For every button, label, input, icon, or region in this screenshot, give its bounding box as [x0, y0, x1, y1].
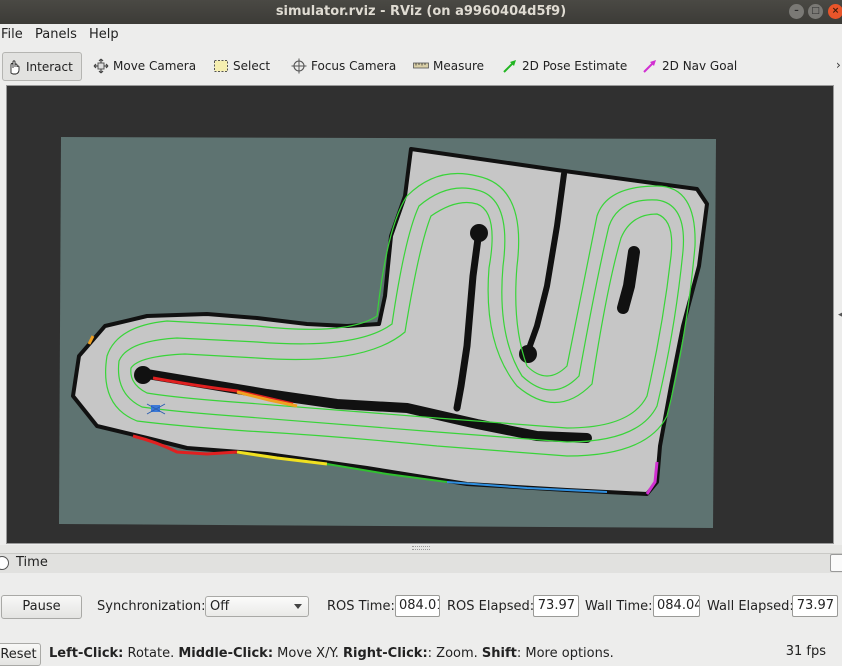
sync-label: Synchronization: [97, 599, 206, 614]
ros-elapsed-field[interactable]: 73.97 [533, 595, 579, 617]
tool-measure[interactable]: Measure [413, 53, 484, 79]
tool-2d-pose-estimate-label: 2D Pose Estimate [522, 59, 628, 73]
wall-time-field[interactable]: 084.04 [653, 595, 700, 617]
status-hint: Left-Click: Rotate. Middle-Click: Move X… [49, 646, 614, 661]
reset-button[interactable]: Reset [0, 643, 41, 666]
ruler-icon [413, 62, 429, 69]
maximize-button[interactable]: □ [808, 4, 823, 19]
toolbar: Interact Move Camera Select Focus Camera… [0, 46, 842, 84]
title-bar: simulator.rviz - RViz (on a9960404d5f9) … [0, 0, 842, 24]
tool-focus-camera-label: Focus Camera [311, 59, 397, 73]
status-bar: Reset Left-Click: Rotate. Middle-Click: … [0, 642, 842, 666]
wall-blob-3 [134, 366, 152, 384]
time-panel-close-button[interactable] [830, 554, 842, 572]
tool-interact-label: Interact [26, 59, 73, 74]
hint-rotate: Rotate. [123, 646, 179, 661]
window-title: simulator.rviz - RViz (on a9960404d5f9) [275, 4, 567, 19]
wall-time-label: Wall Time: [585, 599, 653, 614]
tool-select[interactable]: Select [213, 53, 270, 79]
time-panel: Pause Synchronization: Off ROS Time: 084… [0, 573, 842, 641]
wall-elapsed-label: Wall Elapsed: [707, 599, 794, 614]
ros-time-field[interactable]: 084.01 [395, 595, 440, 617]
hint-more: : More options. [516, 646, 614, 661]
render-viewport[interactable] [7, 86, 834, 544]
map-render [59, 137, 716, 528]
tool-2d-nav-goal[interactable]: 2D Nav Goal [642, 53, 737, 79]
time-panel-title: Time [16, 555, 48, 570]
green-arrow-icon [503, 60, 516, 73]
menu-bar: File Panels Help [0, 24, 842, 46]
fps-counter: 31 fps [785, 644, 826, 659]
focus-camera-icon [291, 58, 307, 74]
wall-blob-1 [470, 224, 488, 242]
pause-button[interactable]: Pause [1, 595, 82, 619]
tool-move-camera[interactable]: Move Camera [93, 53, 196, 79]
close-button[interactable]: × [828, 4, 842, 19]
toolbar-overflow-button[interactable]: › [836, 58, 841, 72]
chevron-down-icon [294, 604, 302, 609]
tool-interact[interactable]: Interact [2, 52, 82, 81]
select-box-icon [214, 60, 228, 72]
tool-move-camera-label: Move Camera [113, 59, 197, 73]
ros-elapsed-label: ROS Elapsed: [447, 599, 535, 614]
minimize-button[interactable]: – [789, 4, 804, 19]
ros-time-label: ROS Time: [327, 599, 395, 614]
side-panel-handle[interactable]: ◂ [838, 310, 842, 320]
tool-select-label: Select [233, 59, 271, 73]
sync-select[interactable]: Off [205, 596, 309, 617]
time-panel-header: Time [0, 553, 842, 574]
hint-zoom: : Zoom. [427, 646, 482, 661]
clock-icon [0, 556, 9, 570]
hint-middle-click: Middle-Click: [178, 646, 274, 661]
tool-2d-nav-goal-label: 2D Nav Goal [662, 59, 738, 73]
move-camera-icon [93, 58, 109, 74]
splitter-grip[interactable] [412, 546, 430, 550]
menu-file[interactable]: File [1, 27, 23, 42]
menu-help[interactable]: Help [89, 27, 119, 42]
wall-elapsed-field[interactable]: 73.97 [792, 595, 838, 617]
hint-move: Move X/Y. [273, 646, 344, 661]
magenta-arrow-icon [643, 60, 656, 73]
hand-pointer-icon [10, 59, 20, 74]
menu-panels[interactable]: Panels [35, 27, 77, 42]
hint-right-click: Right-Click: [343, 646, 428, 661]
tool-2d-pose-estimate[interactable]: 2D Pose Estimate [502, 53, 627, 79]
hint-left-click: Left-Click: [49, 646, 124, 661]
tool-measure-label: Measure [433, 59, 484, 73]
tool-focus-camera[interactable]: Focus Camera [291, 53, 396, 79]
hint-shift: Shift [481, 646, 517, 661]
sync-select-value: Off [210, 599, 230, 614]
